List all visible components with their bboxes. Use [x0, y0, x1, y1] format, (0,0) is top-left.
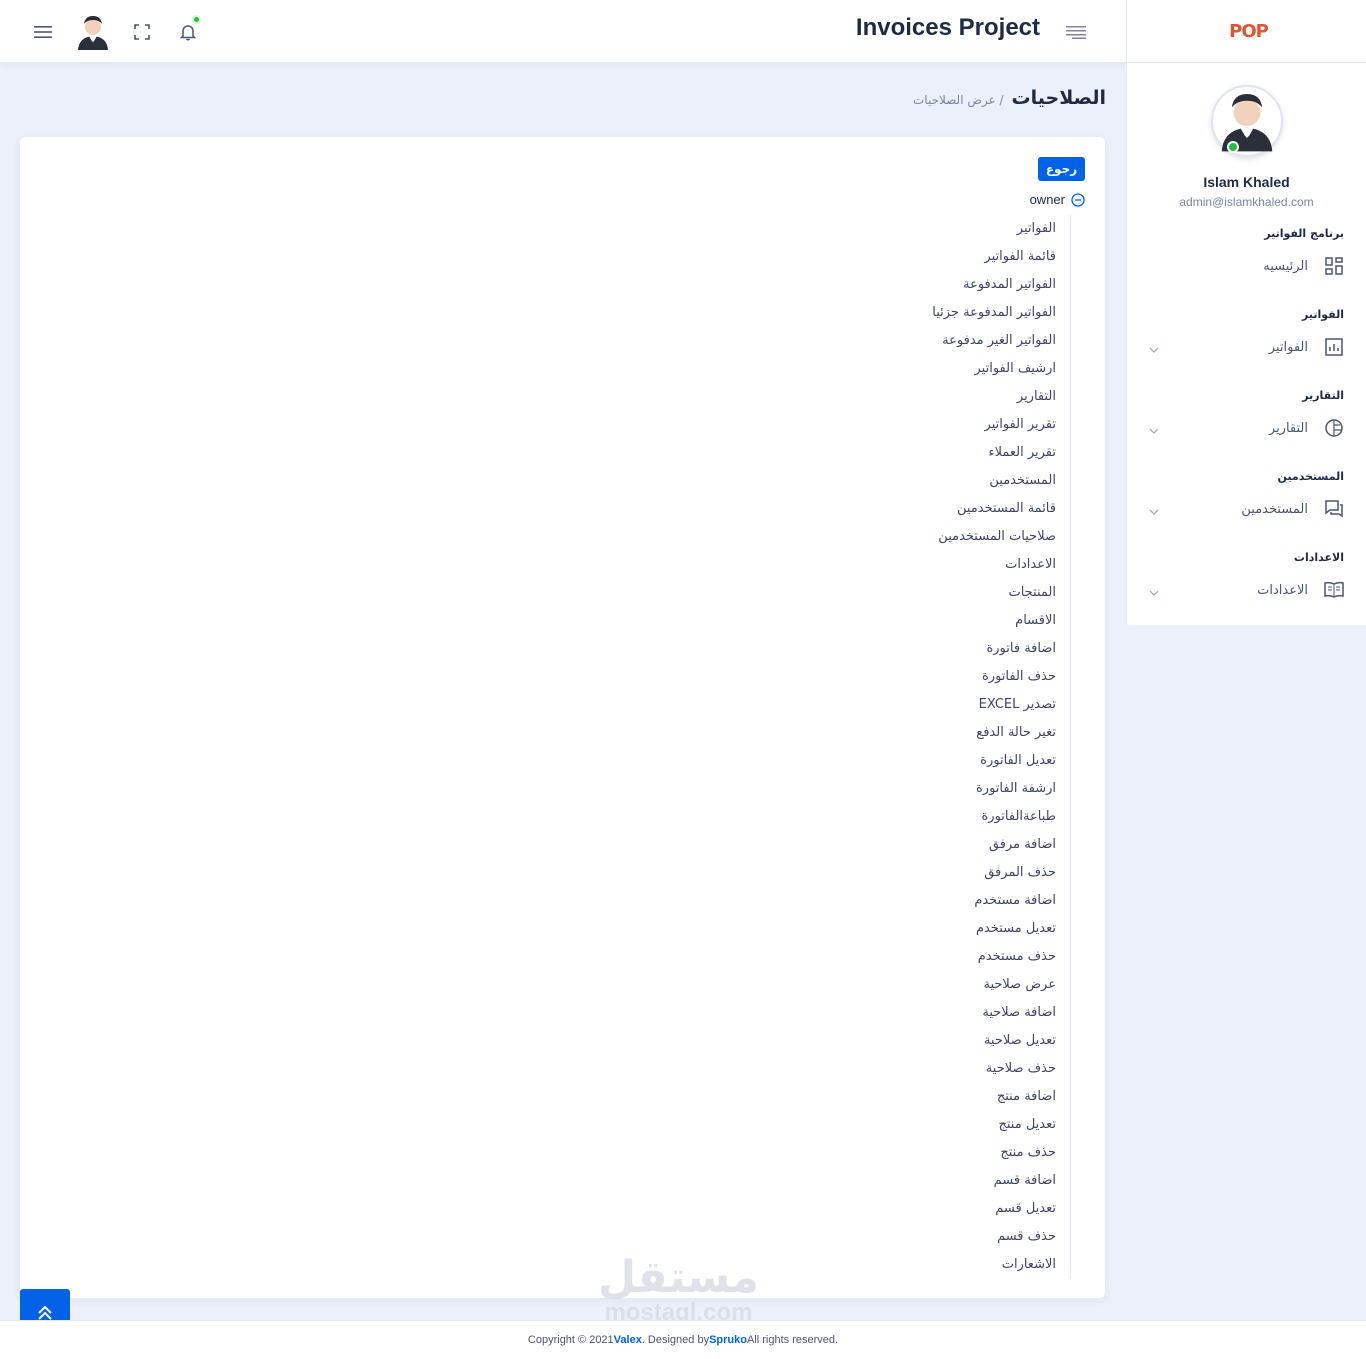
- permission-item: الفواتير: [1016, 221, 1056, 236]
- watermark-ar: مستقل: [598, 1252, 759, 1303]
- chevron-down-icon: [1149, 421, 1159, 440]
- permission-item: اضافة مرفق: [988, 837, 1056, 852]
- avatar[interactable]: [74, 0, 112, 63]
- breadcrumb: الصلاحيات / عرض الصلاحيات: [913, 87, 1106, 109]
- permission-item: الاشعارات: [1001, 1257, 1056, 1272]
- permission-item: تصدير EXCEL: [978, 697, 1056, 712]
- side-category-users: المستخدمين: [1277, 470, 1344, 483]
- permission-item: التقارير: [1016, 389, 1056, 404]
- profile-email: admin@islamkhaled.com: [1179, 195, 1314, 209]
- permission-item: الاقسام: [1015, 613, 1056, 628]
- permission-item: المستخدمين: [989, 473, 1056, 488]
- sidebar-item-users[interactable]: المستخدمين: [1127, 491, 1366, 527]
- side-category-reports: التقارير: [1302, 389, 1344, 402]
- permission-item: صلاحيات المستخدمين: [938, 529, 1056, 544]
- sidebar-item-home[interactable]: الرئيسيه: [1127, 248, 1366, 284]
- user-profile: Islam Khaled admin@islamkhaled.com: [1127, 63, 1366, 209]
- permission-item: حذف قسم: [997, 1229, 1056, 1244]
- permission-item: تعديل قسم: [995, 1201, 1056, 1216]
- sidebar-toggle-icon[interactable]: [1066, 0, 1086, 63]
- breadcrumb-current[interactable]: / عرض الصلاحيات: [913, 93, 1004, 107]
- logo-text: POP: [1229, 20, 1269, 42]
- online-status-dot: [1226, 141, 1239, 153]
- permission-item: قائمة المستخدمين: [956, 501, 1056, 516]
- profile-name: Islam Khaled: [1203, 174, 1290, 190]
- permission-item: قائمة الفواتير: [984, 249, 1056, 264]
- permission-item: حذف الفاتورة: [981, 669, 1056, 684]
- sidebar-item-reports[interactable]: التقارير: [1127, 410, 1366, 446]
- sidebar: POP Islam Khaled admin@islamkhaled.com ب…: [1126, 0, 1366, 625]
- footer-designer-link[interactable]: Spruko: [709, 1334, 747, 1346]
- role-name: owner: [1029, 192, 1065, 207]
- permission-item: تعديل صلاحية: [983, 1033, 1056, 1048]
- sidebar-item-label: التقارير: [1268, 420, 1308, 436]
- sidebar-item-invoices[interactable]: الفواتير: [1127, 329, 1366, 365]
- side-category-settings: الاعدادات: [1293, 551, 1344, 564]
- permissions-tree: الفواتير قائمة الفواتير الفواتير المدفوعة ا…: [851, 215, 1071, 1279]
- permission-item: تقرير العملاء: [988, 445, 1056, 460]
- permission-item: تعديل منتج: [998, 1117, 1056, 1132]
- bell-icon[interactable]: [176, 0, 200, 63]
- bar-chart-icon: [1324, 337, 1344, 357]
- notification-dot: [192, 15, 201, 24]
- permission-item: تعديل الفاتورة: [980, 753, 1056, 768]
- profile-avatar[interactable]: [1210, 85, 1283, 157]
- side-category-invoices: الفواتير: [1302, 308, 1344, 321]
- fullscreen-icon[interactable]: [130, 0, 154, 63]
- permission-item: طباعةالفاتورة: [981, 809, 1057, 824]
- top-header: Invoices Project: [0, 0, 1126, 63]
- page-title: الصلاحيات: [1011, 87, 1106, 109]
- chevron-down-icon: [1149, 340, 1159, 359]
- permission-item: تقرير الفواتير: [984, 417, 1056, 432]
- sidebar-item-label: الرئيسيه: [1263, 258, 1308, 274]
- permission-item: حذف صلاحية: [985, 1061, 1056, 1076]
- permissions-card: رجوع owner الفواتير قائمة الفواتير الفواتي…: [20, 137, 1105, 1298]
- sidebar-item-label: المستخدمين: [1241, 501, 1308, 517]
- permission-item: ارشفة الفاتورة: [976, 781, 1056, 796]
- chevron-down-icon: [1149, 502, 1159, 521]
- permission-item: اضافة مستخدم: [974, 893, 1056, 908]
- permission-item: الفواتير المدفوعة: [963, 277, 1056, 292]
- permission-item: ارشيف الفواتير: [974, 361, 1057, 376]
- watermark: مستقل mostaql.com: [598, 1256, 759, 1326]
- app-title: Invoices Project: [855, 14, 1040, 41]
- permission-item: الفواتير المدفوعة جزئيا: [932, 305, 1056, 320]
- footer-prefix: Copyright © 2021: [527, 1334, 614, 1346]
- permission-item: حذف مستخدم: [977, 949, 1056, 964]
- permission-item: تعديل مستخدم: [975, 921, 1056, 936]
- menu-icon[interactable]: [28, 0, 58, 63]
- chevron-down-icon: [1149, 583, 1159, 602]
- permission-item: اضافة قسم: [993, 1173, 1056, 1188]
- permission-item: عرض صلاحية: [983, 977, 1056, 992]
- footer-brand-link[interactable]: Valex: [614, 1334, 642, 1346]
- sidebar-item-settings[interactable]: الاعدادات: [1127, 572, 1366, 608]
- permission-item: الفواتير الغير مدفوعة: [942, 333, 1056, 348]
- permission-item: الاعدادات: [1005, 557, 1056, 572]
- footer-middle: . Designed by: [641, 1334, 710, 1346]
- permission-item: المنتجات: [1008, 585, 1056, 600]
- permission-item: حذف المرفق: [984, 865, 1056, 880]
- sidebar-item-label: الاعدادات: [1257, 582, 1308, 598]
- sidebar-item-label: الفواتير: [1268, 339, 1308, 355]
- collapse-icon[interactable]: [1071, 192, 1085, 207]
- brand-logo[interactable]: POP: [1127, 0, 1366, 63]
- permission-item: اضافة فاتورة: [986, 641, 1056, 656]
- footer: Copyright © 2021 Valex . Designed by Spr…: [0, 1320, 1366, 1359]
- role-node[interactable]: owner: [1030, 192, 1085, 207]
- permission-item: تغير حالة الدفع: [976, 725, 1056, 740]
- pie-chart-icon: [1324, 418, 1344, 438]
- back-button[interactable]: رجوع: [1038, 157, 1085, 181]
- chat-icon: [1324, 499, 1344, 519]
- book-icon: [1324, 580, 1344, 600]
- permission-item: اضافة صلاحية: [982, 1005, 1056, 1020]
- permission-item: اضافة منتج: [996, 1089, 1056, 1104]
- footer-suffix: All rights reserved.: [746, 1334, 839, 1346]
- dashboard-icon: [1324, 256, 1344, 276]
- side-category-main: برنامج الفواتير: [1264, 227, 1344, 240]
- permission-item: حذف منتج: [1000, 1145, 1056, 1160]
